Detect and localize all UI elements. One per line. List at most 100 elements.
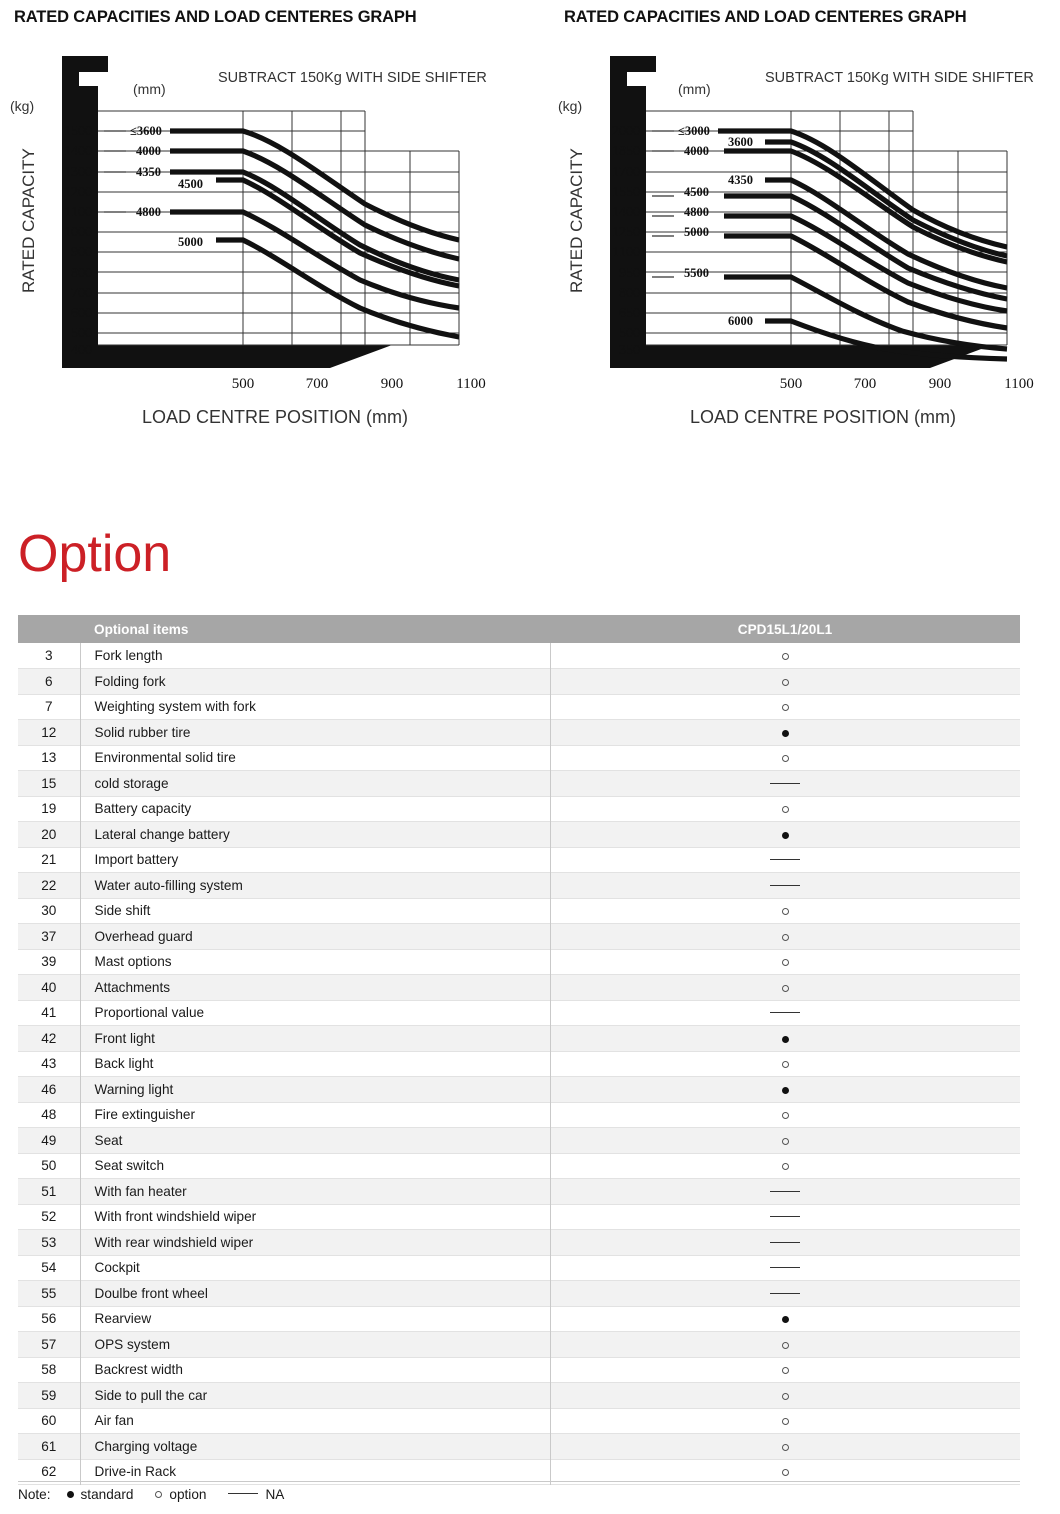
chart-left-graphic: SUBTRACT 150Kg WITH SIDE SHIFTER (mm) (k… bbox=[10, 56, 487, 427]
svg-text:800: 800 bbox=[619, 286, 640, 301]
row-number: 41 bbox=[41, 1005, 57, 1021]
svg-text:650: 650 bbox=[619, 306, 640, 321]
option-circle-icon bbox=[781, 1112, 789, 1120]
row-item-label: cold storage bbox=[79, 770, 550, 796]
chart-right-unit-y: (kg) bbox=[558, 98, 582, 114]
svg-text:1400: 1400 bbox=[612, 205, 640, 220]
svg-text:5000: 5000 bbox=[684, 225, 709, 239]
option-circle-icon bbox=[781, 933, 789, 941]
row-availability-cell bbox=[549, 643, 1020, 669]
option-circle-icon bbox=[781, 1163, 789, 1171]
row-availability-cell bbox=[549, 1255, 1020, 1281]
option-circle-icon bbox=[781, 806, 789, 814]
svg-text:700: 700 bbox=[854, 376, 877, 392]
row-item-label: Charging voltage bbox=[79, 1433, 550, 1459]
na-dash-icon bbox=[770, 1241, 801, 1243]
fork-blade-left bbox=[62, 345, 392, 368]
row-number: 50 bbox=[41, 1158, 57, 1174]
svg-text:4500: 4500 bbox=[178, 177, 203, 191]
note-na: NA bbox=[228, 1487, 284, 1502]
table-row: 37 Overhead guard bbox=[18, 923, 1020, 949]
svg-text:4350: 4350 bbox=[136, 165, 161, 179]
row-item-label: Environmental solid tire bbox=[79, 745, 550, 771]
row-number: 55 bbox=[41, 1285, 57, 1301]
table-row: 54 Cockpit bbox=[18, 1255, 1020, 1281]
row-availability-cell bbox=[549, 1025, 1020, 1051]
chart-left-title: RATED CAPACITIES AND LOAD CENTERES GRAPH bbox=[14, 8, 417, 26]
row-number: 61 bbox=[41, 1438, 57, 1454]
table-row: 12 Solid rubber tire bbox=[18, 719, 1020, 745]
chart-left: RATED CAPACITIES AND LOAD CENTERES GRAPH… bbox=[0, 0, 530, 430]
row-number: 20 bbox=[41, 826, 57, 842]
chart-left-ylabel: RATED CAPACITY bbox=[19, 148, 38, 293]
svg-text:900: 900 bbox=[381, 376, 404, 392]
row-number: 39 bbox=[41, 954, 57, 970]
chart-right-unit-series: (mm) bbox=[678, 81, 711, 97]
row-item-label: Battery capacity bbox=[79, 796, 550, 822]
row-number: 51 bbox=[41, 1183, 57, 1199]
chart-left-unit-y: (kg) bbox=[10, 98, 34, 114]
row-availability-cell bbox=[549, 1153, 1020, 1179]
na-dash-icon bbox=[770, 1190, 801, 1192]
table-row: 57 OPS system bbox=[18, 1331, 1020, 1357]
svg-text:5000: 5000 bbox=[178, 235, 203, 249]
svg-text:1250: 1250 bbox=[612, 225, 640, 240]
svg-text:900: 900 bbox=[71, 245, 92, 260]
na-dash-icon bbox=[228, 1493, 259, 1494]
row-number: 13 bbox=[41, 750, 57, 766]
option-circle-icon bbox=[781, 1392, 789, 1400]
svg-text:4800: 4800 bbox=[684, 205, 709, 219]
table-row: 46 Warning light bbox=[18, 1076, 1020, 1102]
row-item-label: Rearview bbox=[79, 1306, 550, 1332]
row-number: 42 bbox=[41, 1030, 57, 1046]
row-availability-cell bbox=[549, 1306, 1020, 1332]
na-dash-icon bbox=[770, 1216, 801, 1218]
table-row: 50 Seat switch bbox=[18, 1153, 1020, 1179]
row-number: 21 bbox=[41, 852, 57, 868]
table-row: 20 Lateral change battery bbox=[18, 821, 1020, 847]
standard-dot-icon bbox=[781, 1086, 789, 1094]
row-number: 54 bbox=[41, 1260, 57, 1276]
option-circle-icon bbox=[781, 704, 789, 712]
svg-text:500: 500 bbox=[619, 326, 640, 341]
row-number: 46 bbox=[41, 1081, 57, 1097]
row-item-label: Weighting system with fork bbox=[79, 694, 550, 720]
na-dash-icon bbox=[770, 1267, 801, 1269]
table-row: 7 Weighting system with fork bbox=[18, 694, 1020, 720]
table-row: 43 Back light bbox=[18, 1051, 1020, 1077]
row-availability-cell bbox=[549, 1204, 1020, 1230]
row-item-label: Side shift bbox=[79, 898, 550, 924]
na-dash-icon bbox=[770, 884, 801, 886]
svg-text:350: 350 bbox=[619, 343, 640, 358]
row-availability-cell bbox=[549, 1382, 1020, 1408]
svg-text:600: 600 bbox=[71, 306, 92, 321]
row-availability-cell bbox=[549, 1229, 1020, 1255]
svg-text:4500: 4500 bbox=[684, 185, 709, 199]
table-row: 51 With fan heater bbox=[18, 1178, 1020, 1204]
row-item-label: Folding fork bbox=[79, 668, 550, 694]
row-availability-cell bbox=[549, 1331, 1020, 1357]
row-number: 40 bbox=[41, 979, 57, 995]
table-row: 21 Import battery bbox=[18, 847, 1020, 873]
row-item-label: Solid rubber tire bbox=[79, 719, 550, 745]
row-item-label: Fire extinguisher bbox=[79, 1102, 550, 1128]
table-row: 42 Front light bbox=[18, 1025, 1020, 1051]
chart-right-title: RATED CAPACITIES AND LOAD CENTERES GRAPH bbox=[564, 8, 967, 26]
row-item-label: With rear windshield wiper bbox=[79, 1229, 550, 1255]
row-item-label: With fan heater bbox=[79, 1178, 550, 1204]
table-row: 48 Fire extinguisher bbox=[18, 1102, 1020, 1128]
row-item-label: Seat bbox=[79, 1127, 550, 1153]
svg-text:1500: 1500 bbox=[64, 124, 92, 139]
option-circle-icon bbox=[781, 908, 789, 916]
chart-left-xticks: 500 700 900 1100 bbox=[232, 376, 486, 392]
na-dash-icon bbox=[770, 859, 801, 861]
row-number: 59 bbox=[41, 1387, 57, 1403]
svg-text:1100: 1100 bbox=[65, 205, 92, 220]
svg-text:≤3000: ≤3000 bbox=[678, 124, 710, 138]
row-item-label: Attachments bbox=[79, 974, 550, 1000]
row-availability-cell bbox=[549, 796, 1020, 822]
row-availability-cell bbox=[549, 719, 1020, 745]
option-circle-icon bbox=[781, 1137, 789, 1145]
row-availability-cell bbox=[549, 668, 1020, 694]
row-availability-cell bbox=[549, 1076, 1020, 1102]
